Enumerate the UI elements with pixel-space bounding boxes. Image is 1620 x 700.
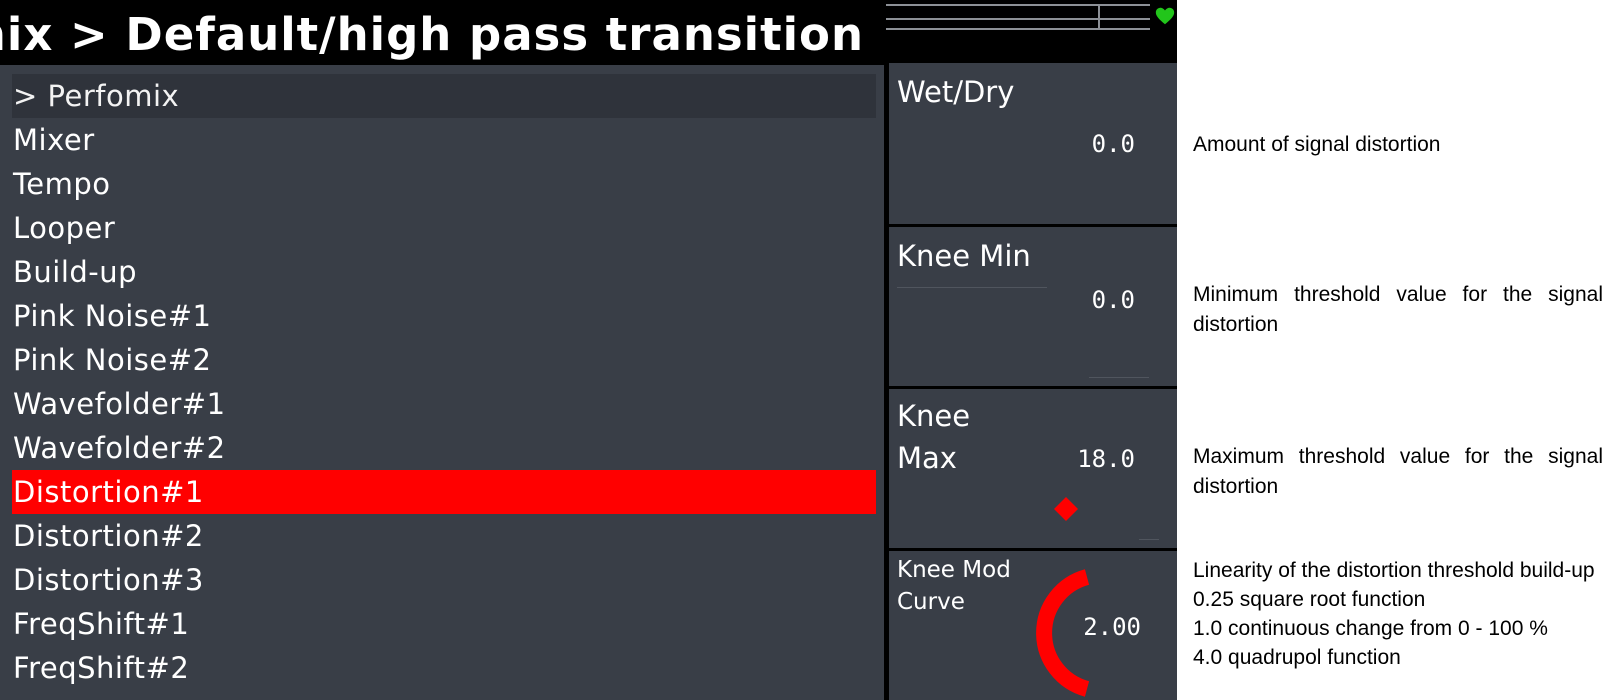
menu-item-pink-noise-2[interactable]: Pink Noise#2 — [12, 338, 876, 382]
menu-item-looper[interactable]: Looper — [12, 206, 876, 250]
param-wet-dry[interactable]: Wet/Dry 0.0 — [889, 63, 1177, 224]
menu-item-perfomix[interactable]: > Perfomix — [12, 74, 876, 118]
menu-item-freqshift-2[interactable]: FreqShift#2 — [12, 646, 876, 690]
annotation-column: Amount of signal distortion Minimum thre… — [1177, 0, 1620, 700]
param-knee-min[interactable]: Knee Min 0.0 — [889, 227, 1177, 386]
device-screen: Perfomix > Default/high pass transition … — [0, 0, 1177, 700]
param-knee-max[interactable]: Knee Max 18.0 — [889, 389, 1177, 548]
note-line: 4.0 quadrupol function — [1193, 646, 1401, 669]
param-value-knee-min: 0.0 — [1091, 286, 1135, 314]
heart-icon — [1155, 7, 1175, 25]
title-bar: Perfomix > Default/high pass transition — [0, 0, 884, 65]
diamond-marker-icon — [1054, 497, 1078, 521]
note-line: 0.25 square root function — [1193, 588, 1426, 611]
parameter-column: Wet/Dry 0.0 Knee Min 0.0 Knee Max 18.0 K… — [889, 63, 1177, 700]
param-knee-min-track-end — [1089, 377, 1149, 378]
level-meter-line-bottom — [886, 28, 1150, 30]
note-line: Amount of signal distortion — [1193, 133, 1441, 156]
note-line: Linearity of the distortion threshold bu… — [1193, 559, 1595, 582]
param-label-knee-min: Knee Min — [897, 239, 1031, 273]
menu-item-build-up[interactable]: Build-up — [12, 250, 876, 294]
menu-item-mixer[interactable]: Mixer — [12, 118, 876, 162]
param-label-knee-mod-curve-line2: Curve — [897, 589, 965, 615]
note-wet-dry: Amount of signal distortion — [1193, 130, 1603, 160]
level-meter-tick — [1098, 4, 1100, 28]
param-knee-min-track — [897, 287, 1047, 288]
param-value-knee-mod-curve: 2.00 — [1083, 613, 1141, 641]
level-meter-line-top — [886, 4, 1150, 6]
note-knee-max: Maximum threshold value for the signal d… — [1193, 442, 1603, 502]
param-label-knee-max-line1: Knee — [897, 399, 971, 433]
note-knee-mod-curve: Linearity of the distortion threshold bu… — [1193, 556, 1603, 672]
param-value-knee-max: 18.0 — [1077, 445, 1135, 473]
status-area — [886, 0, 1177, 63]
menu-list: > Perfomix Mixer Tempo Looper Build-up P… — [0, 65, 884, 700]
menu-item-distortion-1[interactable]: Distortion#1 — [12, 470, 876, 514]
param-value-wet-dry: 0.0 — [1091, 130, 1135, 158]
param-label-wet-dry: Wet/Dry — [897, 75, 1015, 109]
menu-item-freqshift-1[interactable]: FreqShift#1 — [12, 602, 876, 646]
page-title: Perfomix > Default/high pass transition — [0, 8, 864, 61]
note-knee-min: Minimum threshold value for the signal d… — [1193, 280, 1603, 340]
param-knee-mod-curve[interactable]: Knee Mod Curve 2.00 — [889, 551, 1177, 700]
note-line: Minimum threshold value for the signal d… — [1193, 283, 1603, 336]
param-label-knee-mod-curve-line1: Knee Mod — [897, 557, 1011, 583]
menu-item-distortion-2[interactable]: Distortion#2 — [12, 514, 876, 558]
note-line: 1.0 continuous change from 0 - 100 % — [1193, 617, 1548, 640]
menu-item-wavefolder-1[interactable]: Wavefolder#1 — [12, 382, 876, 426]
note-line: Maximum threshold value for the signal d… — [1193, 445, 1603, 498]
param-knee-max-track-end — [1139, 539, 1159, 540]
menu-item-pink-noise-1[interactable]: Pink Noise#1 — [12, 294, 876, 338]
menu-item-wavefolder-2[interactable]: Wavefolder#2 — [12, 426, 876, 470]
menu-item-tempo[interactable]: Tempo — [12, 162, 876, 206]
param-label-knee-max-line2: Max — [897, 441, 957, 475]
menu-item-distortion-3[interactable]: Distortion#3 — [12, 558, 876, 602]
level-meter-line-mid — [886, 18, 1150, 20]
